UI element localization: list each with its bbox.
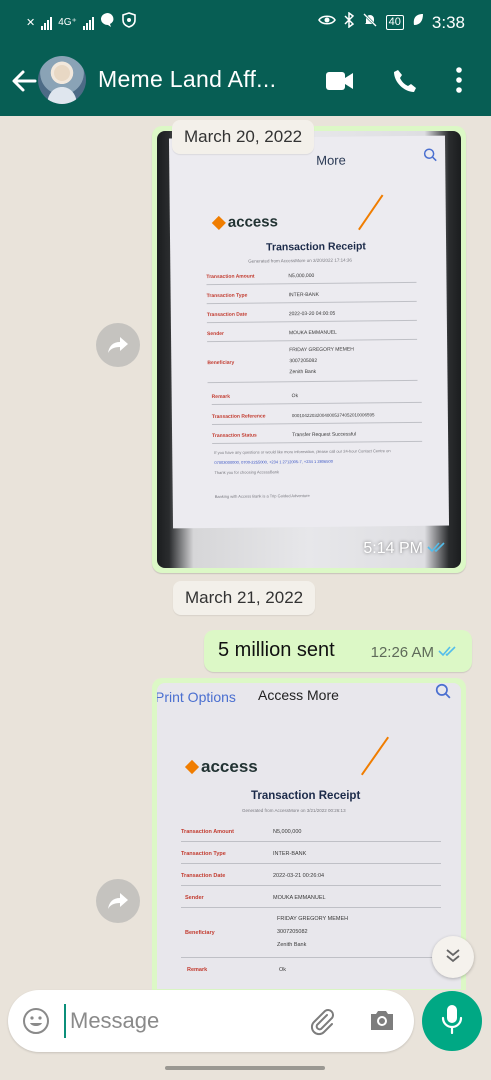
footer-note: If you have any questions or would like … [214, 448, 391, 455]
row-label: Transaction Type [181, 851, 226, 857]
shield-icon [122, 12, 136, 33]
mute-bell-icon [362, 12, 378, 33]
row-value: INTER-BANK [288, 291, 319, 299]
chat-notification-icon [100, 12, 116, 33]
status-left: ✕ 4G⁺ [26, 12, 136, 33]
search-icon [435, 683, 451, 704]
row-value: Ok [291, 393, 299, 400]
image-timestamp: 5:14 PM [363, 540, 447, 558]
receipt-paper: Print Options Access More access Transac… [157, 683, 461, 989]
read-ticks-icon [438, 644, 458, 661]
phone-icon[interactable] [392, 68, 418, 99]
access-logo: access [211, 213, 278, 231]
row-value: MOUKA EMMANUEL [273, 895, 326, 901]
row-label: Beneficiary [185, 930, 215, 936]
forward-button[interactable] [96, 879, 140, 923]
more-vertical-icon[interactable] [454, 66, 464, 99]
receipt-photo[interactable]: More access Transaction Receipt Generate… [157, 131, 461, 568]
row-value: 000104220320040005374052010006595 [291, 412, 375, 419]
row-value: N5,000,000 [288, 272, 315, 280]
battery-icon: 40 [385, 15, 404, 30]
chat-header: Meme Land Aff... [0, 48, 491, 116]
logo-slash [358, 194, 384, 231]
voice-message-button[interactable] [422, 991, 482, 1051]
app-top-bar: More [316, 152, 346, 168]
row-label: Transaction Reference [211, 413, 266, 421]
row-value: MOUKA EMMANUEL [288, 329, 337, 337]
message-composer [8, 990, 414, 1052]
image-message[interactable]: More access Transaction Receipt Generate… [152, 126, 466, 573]
leaf-icon [412, 13, 424, 32]
signal-icon: ✕ [26, 17, 36, 29]
row-value: Ok [279, 967, 287, 973]
logo-slash [360, 736, 390, 776]
row-value: 2022-03-21 00:26:04 [273, 873, 325, 879]
message-timestamp: 12:26 AM [371, 644, 458, 661]
read-ticks-icon [427, 540, 447, 558]
search-icon [423, 148, 437, 167]
receipt-paper: More access Transaction Receipt Generate… [168, 135, 450, 529]
eye-icon [317, 13, 336, 32]
row-label: Transaction Amount [206, 273, 255, 281]
attach-icon[interactable] [308, 1006, 336, 1041]
footer-bottom: Banking with Access Bank is a Trip Guide… [214, 493, 310, 499]
row-label: Beneficiary [207, 359, 235, 367]
row-label: Remark [211, 393, 231, 401]
footer-phone-link: 07003000000, 0700-2255000, +234 1 271200… [214, 458, 333, 465]
row-value: FRIDAY GREGORY MEMEH 3007205082 Zenith B… [277, 916, 349, 948]
signal-bars-icon [41, 16, 53, 30]
signal-bars-2-icon [82, 16, 94, 30]
system-nav-bar [0, 1058, 491, 1080]
message-input[interactable] [64, 1004, 290, 1038]
bluetooth-icon [344, 11, 354, 33]
access-logo: access [184, 757, 258, 777]
row-label: Sender [206, 330, 224, 338]
row-label: Transaction Date [206, 311, 248, 319]
network-type: 4G⁺ [58, 17, 77, 28]
status-right: 40 3:38 [317, 11, 465, 33]
row-value: Transfer Request Successful [292, 431, 357, 439]
row-value: FRIDAY GREGORY MEMEH 3007205082 Zenith B… [289, 346, 354, 376]
clock-time: 3:38 [431, 12, 465, 32]
gesture-handle[interactable] [165, 1066, 325, 1070]
row-value: N5,000,000 [273, 829, 302, 835]
app-top-bar: Access More [258, 687, 339, 703]
back-arrow-icon[interactable] [10, 66, 38, 96]
status-bar: ✕ 4G⁺ 40 3:38 [0, 0, 491, 48]
generated-note: Generated from AccessMore on 3/20/2022 1… [248, 257, 352, 264]
chat-title[interactable]: Meme Land Aff... [98, 66, 276, 93]
row-value: 2022-03-20 04:00:05 [288, 310, 336, 318]
row-label: Transaction Amount [181, 829, 234, 835]
row-label: Remark [187, 967, 208, 973]
generated-note: Generated from AccessMore on 3/21/2022 0… [242, 808, 346, 813]
row-label: Transaction Type [206, 292, 248, 300]
image-message[interactable]: Print Options Access More access Transac… [152, 678, 466, 990]
video-call-icon[interactable] [325, 70, 355, 97]
text-message[interactable]: 5 million sent 12:26 AM [204, 630, 472, 672]
scroll-to-bottom-button[interactable] [432, 936, 474, 978]
footer-thanks: Thank you for choosing AccessBank [214, 469, 279, 475]
print-options-link: Print Options [157, 689, 236, 705]
receipt-title: Transaction Receipt [251, 790, 361, 802]
date-separator: March 21, 2022 [173, 581, 316, 615]
chat-area[interactable]: More access Transaction Receipt Generate… [0, 116, 491, 990]
row-label: Sender [185, 895, 204, 901]
date-separator: March 20, 2022 [172, 120, 315, 154]
avatar[interactable] [38, 56, 86, 104]
receipt-title: Transaction Receipt [266, 240, 366, 254]
row-label: Transaction Date [181, 873, 226, 879]
microphone-icon [441, 1004, 463, 1039]
camera-icon[interactable] [368, 1007, 396, 1038]
emoji-icon[interactable] [22, 1007, 50, 1040]
receipt-photo[interactable]: Print Options Access More access Transac… [157, 683, 461, 989]
row-value: INTER-BANK [273, 851, 307, 857]
row-label: Transaction Status [212, 432, 257, 440]
forward-button[interactable] [96, 323, 140, 367]
message-text: 5 million sent [218, 639, 335, 661]
chevron-double-down-icon [444, 947, 462, 968]
